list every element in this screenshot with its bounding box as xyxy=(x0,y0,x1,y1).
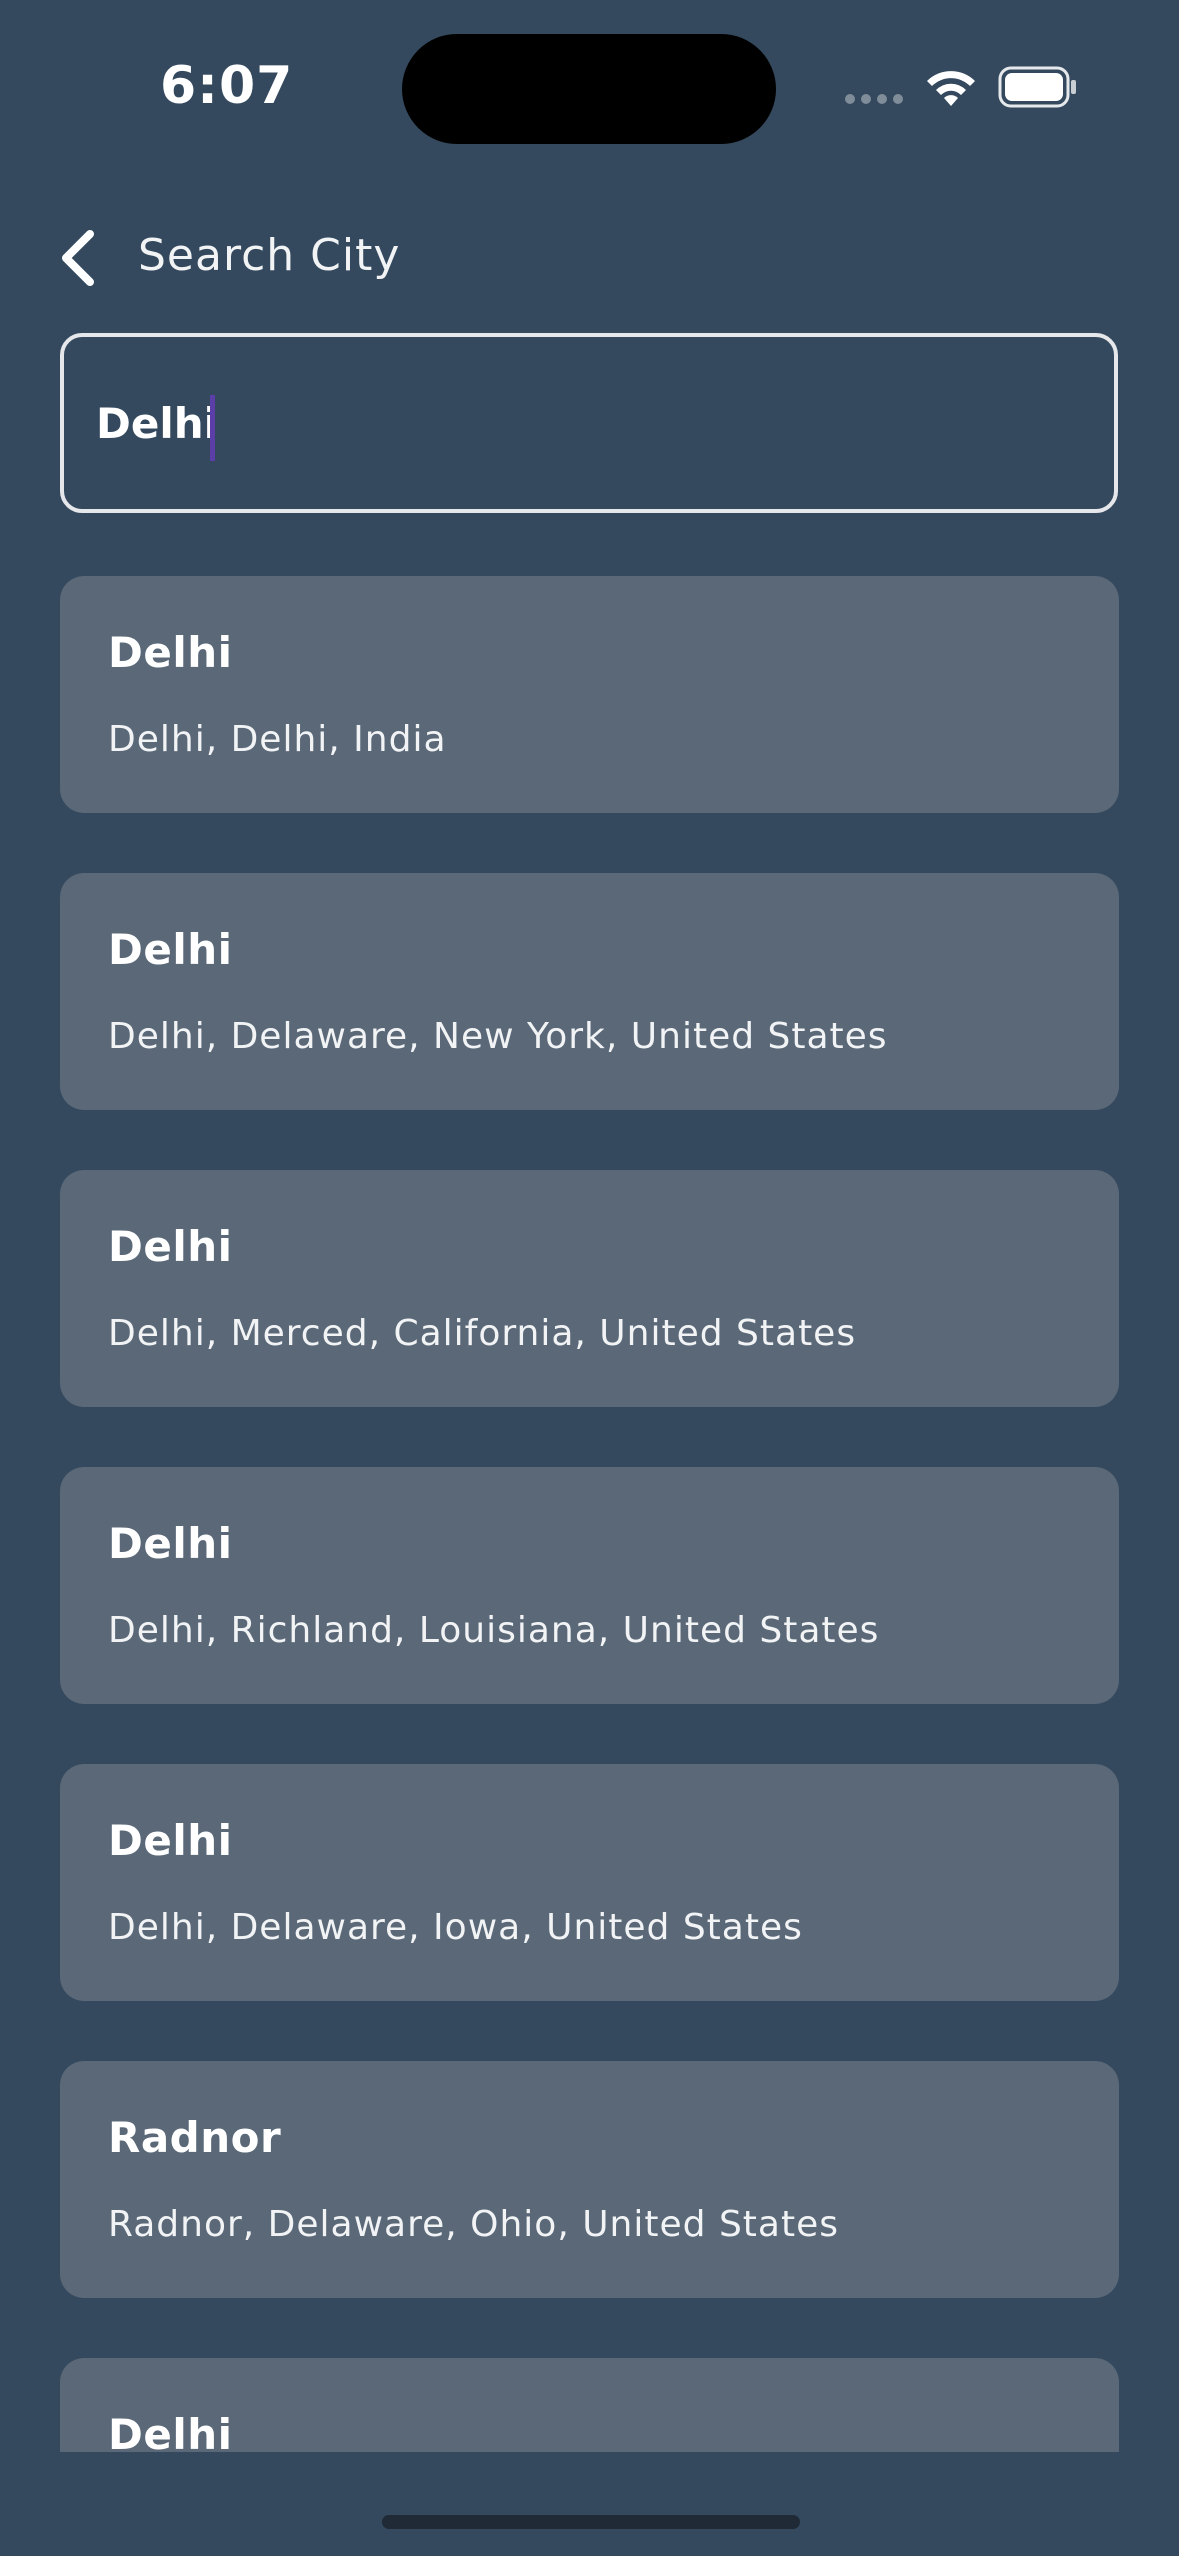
city-location-detail: Delhi, Delaware, Iowa, United States xyxy=(108,1907,803,1948)
city-result-card[interactable]: Delhi Delhi, Delaware, Iowa, United Stat… xyxy=(60,1764,1119,2001)
city-result-card[interactable]: Delhi Delhi, Richland, Louisiana, United… xyxy=(60,1467,1119,1704)
battery-icon xyxy=(998,66,1076,108)
city-name: Delhi xyxy=(108,1222,233,1271)
city-location-detail: Delhi, Merced, California, United States xyxy=(108,1313,857,1354)
cellular-signal-icon xyxy=(845,94,903,104)
results-list: Delhi Delhi, Delhi, India Delhi Delhi, D… xyxy=(60,576,1119,2452)
status-bar: 6:07 xyxy=(0,0,1179,175)
city-location-detail: Delhi, Delhi, India xyxy=(108,719,447,760)
search-input[interactable] xyxy=(94,382,1058,464)
status-time: 6:07 xyxy=(160,56,294,116)
city-result-card[interactable]: Delhi Delhi, Delaware, New York, United … xyxy=(60,873,1119,1110)
city-name: Delhi xyxy=(108,1816,233,1865)
city-name: Delhi xyxy=(108,1519,233,1568)
chevron-left-icon[interactable] xyxy=(56,228,100,288)
city-name: Delhi xyxy=(108,628,233,677)
wifi-icon xyxy=(927,71,975,106)
city-location-detail: Delhi, Delaware, New York, United States xyxy=(108,1016,888,1057)
text-cursor xyxy=(210,395,215,461)
city-name: Delhi xyxy=(108,2410,233,2452)
city-name: Radnor xyxy=(108,2113,282,2162)
city-location-detail: Radnor, Delaware, Ohio, United States xyxy=(108,2204,839,2245)
city-result-card[interactable]: Radnor Radnor, Delaware, Ohio, United St… xyxy=(60,2061,1119,2298)
navigation-bar: Search City xyxy=(0,210,1179,300)
page-title: Search City xyxy=(138,230,401,281)
city-result-card[interactable]: Delhi Delhi, Delhi, India xyxy=(60,576,1119,813)
city-result-card[interactable]: Delhi xyxy=(60,2358,1119,2452)
home-indicator[interactable] xyxy=(382,2515,800,2529)
city-name: Delhi xyxy=(108,925,233,974)
dynamic-island xyxy=(402,34,776,144)
city-result-card[interactable]: Delhi Delhi, Merced, California, United … xyxy=(60,1170,1119,1407)
search-field[interactable] xyxy=(60,333,1118,513)
city-location-detail: Delhi, Richland, Louisiana, United State… xyxy=(108,1610,880,1651)
